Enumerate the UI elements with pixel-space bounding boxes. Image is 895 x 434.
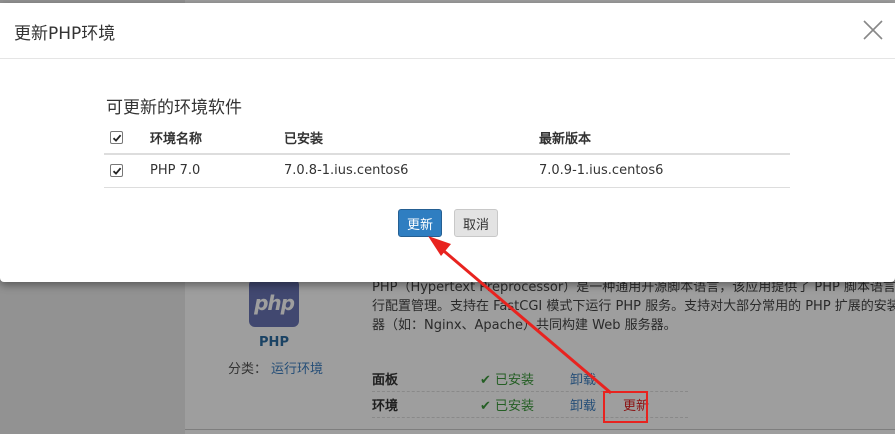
cancel-button[interactable]: 取消 xyxy=(454,209,498,237)
highlight-box xyxy=(603,391,648,423)
select-all-cell xyxy=(104,122,150,155)
update-php-modal: 更新PHP环境 可更新的环境软件 环境名称 已安装 最新版本 PHP 7.0 7… xyxy=(0,3,895,282)
header-installed: 已安装 xyxy=(284,122,539,155)
header-latest: 最新版本 xyxy=(539,122,790,155)
row-checkbox[interactable] xyxy=(110,164,123,178)
section-title: 可更新的环境软件 xyxy=(106,98,242,118)
modal-header: 更新PHP环境 xyxy=(0,3,895,59)
table-header-row: 环境名称 已安装 最新版本 xyxy=(104,122,790,155)
update-table: 环境名称 已安装 最新版本 PHP 7.0 7.0.8-1.ius.centos… xyxy=(104,122,790,188)
check-icon xyxy=(112,134,121,142)
update-button[interactable]: 更新 xyxy=(398,209,442,237)
cell-latest: 7.0.9-1.ius.centos6 xyxy=(539,154,790,188)
close-button[interactable] xyxy=(861,18,885,42)
modal-title: 更新PHP环境 xyxy=(14,24,116,44)
cell-installed: 7.0.8-1.ius.centos6 xyxy=(284,154,539,188)
header-name: 环境名称 xyxy=(150,122,284,155)
close-icon xyxy=(863,20,883,40)
table-row: PHP 7.0 7.0.8-1.ius.centos6 7.0.9-1.ius.… xyxy=(104,154,790,188)
select-all-checkbox[interactable] xyxy=(110,131,123,144)
check-icon xyxy=(112,167,121,175)
row-check-cell xyxy=(104,154,150,188)
cell-name: PHP 7.0 xyxy=(150,154,284,188)
